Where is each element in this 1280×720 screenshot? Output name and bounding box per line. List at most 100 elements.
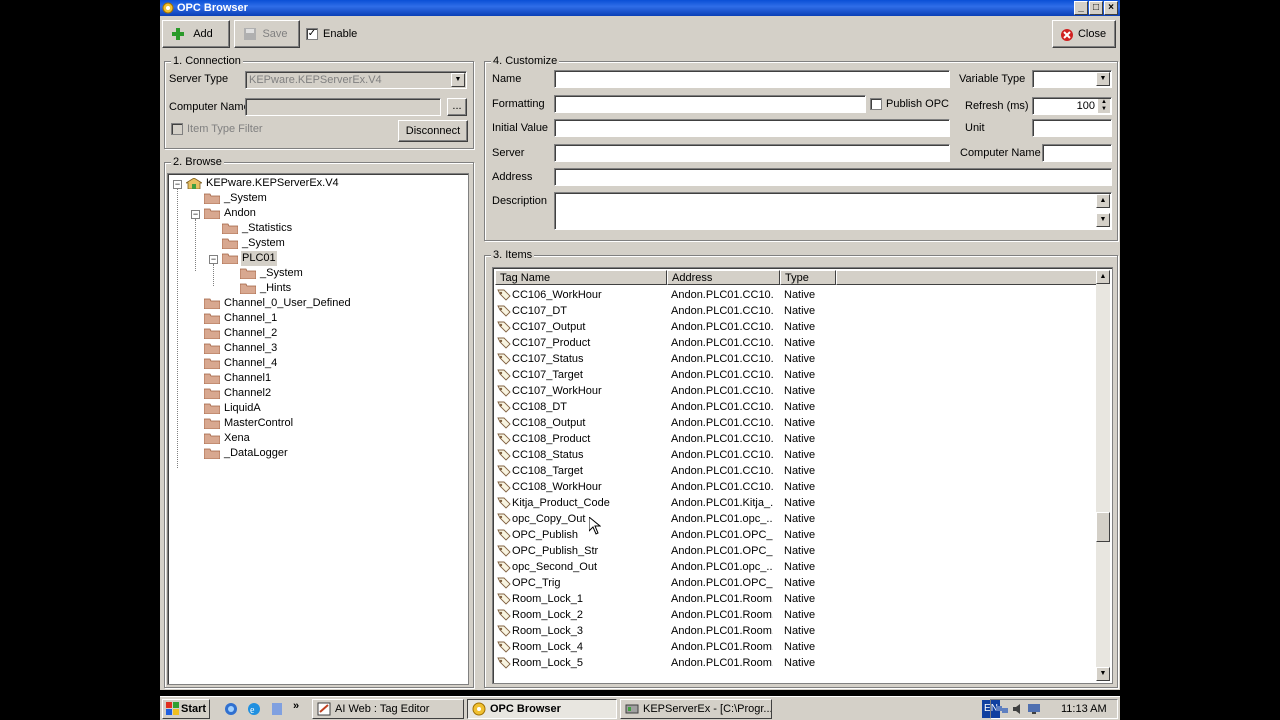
tag-icon	[497, 353, 511, 365]
server-icon	[186, 178, 202, 189]
customize-computer-name-input[interactable]	[1042, 144, 1112, 162]
table-row[interactable]: CC107_Status Andon.PLC01.CC10... Native	[495, 351, 1098, 367]
table-row[interactable]: CC107_Output Andon.PLC01.CC10... Native	[495, 319, 1098, 335]
scrollbar-thumb[interactable]	[1096, 512, 1110, 542]
monitor-icon[interactable]	[1027, 702, 1041, 716]
spin-down-icon[interactable]: ▼	[1098, 106, 1110, 113]
tag-name-cell: opc_Copy_Out	[512, 513, 586, 525]
disconnect-button[interactable]: Disconnect	[398, 120, 468, 142]
folder-icon	[204, 313, 220, 324]
tag-name-cell: Kitja_Product_Code	[512, 497, 610, 509]
table-row[interactable]: CC107_WorkHour Andon.PLC01.CC10... Native	[495, 383, 1098, 399]
type-cell: Native	[784, 433, 816, 445]
table-row[interactable]: CC106_WorkHour Andon.PLC01.CC10... Native	[495, 287, 1098, 303]
minimize-button[interactable]: _	[1074, 1, 1088, 15]
refresh-spinner[interactable]: 100 ▲ ▼	[1032, 97, 1112, 115]
spin-up-icon[interactable]: ▲	[1098, 99, 1110, 106]
collapse-plc01-icon[interactable]: −	[209, 255, 218, 264]
browse-tree[interactable]: − − − KEPware.KEPServerEx.V4 _System And…	[167, 173, 469, 685]
browse-computer-button[interactable]: ...	[447, 98, 467, 116]
close-button[interactable]: Close	[1052, 20, 1116, 48]
scroll-down-icon[interactable]: ▼	[1096, 213, 1110, 227]
items-scrollbar[interactable]: ▲ ▼	[1096, 270, 1110, 681]
connection-title: 1. Connection	[171, 55, 243, 67]
formatting-input[interactable]	[554, 95, 866, 113]
table-row[interactable]: CC108_Product Andon.PLC01.CC10... Native	[495, 431, 1098, 447]
table-row[interactable]: Room_Lock_2 Andon.PLC01.Room... Native	[495, 607, 1098, 623]
initial-value-input[interactable]	[554, 119, 950, 137]
collapse-root-icon[interactable]: −	[173, 180, 182, 189]
server-type-select[interactable]: KEPware.KEPServerEx.V4 ▼	[245, 71, 467, 89]
scroll-down-icon[interactable]: ▼	[1096, 667, 1110, 681]
media-icon[interactable]	[270, 702, 284, 716]
table-row[interactable]: Room_Lock_4 Andon.PLC01.Room... Native	[495, 639, 1098, 655]
table-row[interactable]: Room_Lock_5 Andon.PLC01.Room... Native	[495, 655, 1098, 671]
address-cell: Andon.PLC01.CC10...	[671, 465, 773, 477]
taskbar-chevron[interactable]: »	[293, 700, 299, 713]
publish-opc-checkbox[interactable]	[870, 98, 882, 110]
tag-name-cell: Room_Lock_2	[512, 609, 583, 621]
address-label: Address	[492, 171, 533, 183]
add-button[interactable]: Add	[162, 20, 230, 48]
collapse-andon-icon[interactable]: −	[191, 210, 200, 219]
table-row[interactable]: CC107_Product Andon.PLC01.CC10... Native	[495, 335, 1098, 351]
table-row[interactable]: CC108_WorkHour Andon.PLC01.CC10... Native	[495, 479, 1098, 495]
type-cell: Native	[784, 337, 816, 349]
tag-icon	[497, 545, 511, 557]
maximize-button[interactable]: □	[1089, 1, 1103, 15]
table-row[interactable]: Room_Lock_1 Andon.PLC01.Room... Native	[495, 591, 1098, 607]
table-row[interactable]: CC107_Target Andon.PLC01.CC10... Native	[495, 367, 1098, 383]
items-title: 3. Items	[491, 249, 535, 261]
scroll-up-icon[interactable]: ▲	[1096, 270, 1110, 284]
customize-title: 4. Customize	[491, 55, 560, 67]
type-cell: Native	[784, 641, 816, 653]
tag-icon	[497, 577, 511, 589]
taskbar-item-kepserverex[interactable]: KEPServerEx - [C:\Progr...	[620, 699, 772, 719]
computer-name-input[interactable]	[245, 98, 441, 116]
variable-type-select[interactable]: ▼	[1032, 70, 1112, 88]
volume-icon[interactable]	[1011, 702, 1025, 716]
table-row[interactable]: CC108_Target Andon.PLC01.CC10... Native	[495, 463, 1098, 479]
tag-name-cell: CC108_Target	[512, 465, 583, 477]
type-cell: Native	[784, 289, 816, 301]
folder-icon	[240, 268, 256, 279]
table-row[interactable]: Room_Lock_3 Andon.PLC01.Room... Native	[495, 623, 1098, 639]
chevron-down-icon[interactable]: ▼	[1096, 72, 1110, 86]
column-address[interactable]: Address	[667, 270, 780, 285]
table-row[interactable]: Kitja_Product_Code Andon.PLC01.Kitja_... N…	[495, 495, 1098, 511]
enable-checkbox[interactable]: ✓	[306, 28, 318, 40]
address-input[interactable]	[554, 168, 1112, 186]
table-row[interactable]: CC108_DT Andon.PLC01.CC10... Native	[495, 399, 1098, 415]
table-row[interactable]: opc_Second_Out Andon.PLC01.opc_... Native	[495, 559, 1098, 575]
chevron-down-icon[interactable]: ▼	[451, 73, 465, 87]
scroll-up-icon[interactable]: ▲	[1096, 194, 1110, 208]
table-row[interactable]: OPC_Publish_Str Andon.PLC01.OPC_... Native	[495, 543, 1098, 559]
tree-node-label: _Statistics	[242, 222, 293, 234]
type-cell: Native	[784, 513, 816, 525]
ie-icon[interactable]: e	[247, 702, 261, 716]
desktop-icon[interactable]	[224, 702, 238, 716]
server-input[interactable]	[554, 144, 950, 162]
start-button[interactable]: Start	[162, 699, 210, 719]
table-row[interactable]: OPC_Publish Andon.PLC01.OPC_... Native	[495, 527, 1098, 543]
tag-name-cell: CC107_DT	[512, 305, 568, 317]
description-textarea[interactable]: ▲ ▼	[554, 192, 1112, 230]
unit-input[interactable]	[1032, 119, 1112, 137]
items-list[interactable]: Tag Name Address Type CC106_WorkHour Ando…	[492, 267, 1113, 684]
taskbar-item-opc-browser[interactable]: OPC Browser	[467, 699, 617, 719]
table-row[interactable]: opc_Copy_Out Andon.PLC01.opc_... Native	[495, 511, 1098, 527]
table-row[interactable]: CC108_Status Andon.PLC01.CC10... Native	[495, 447, 1098, 463]
item-type-filter-checkbox[interactable]	[171, 123, 183, 135]
column-tag-name[interactable]: Tag Name	[495, 270, 667, 285]
table-row[interactable]: CC108_Output Andon.PLC01.CC10... Native	[495, 415, 1098, 431]
column-type[interactable]: Type	[780, 270, 836, 285]
save-button[interactable]: Save	[234, 20, 300, 48]
table-row[interactable]: CC107_DT Andon.PLC01.CC10... Native	[495, 303, 1098, 319]
network-icon[interactable]	[995, 702, 1009, 716]
table-row[interactable]: OPC_Trig Andon.PLC01.OPC_... Native	[495, 575, 1098, 591]
window-close-button[interactable]: ×	[1104, 1, 1118, 15]
address-cell: Andon.PLC01.opc_...	[671, 513, 773, 525]
name-input[interactable]	[554, 70, 950, 88]
taskbar-item-tag-editor[interactable]: AI Web : Tag Editor	[312, 699, 464, 719]
tag-name-cell: CC107_Product	[512, 337, 591, 349]
